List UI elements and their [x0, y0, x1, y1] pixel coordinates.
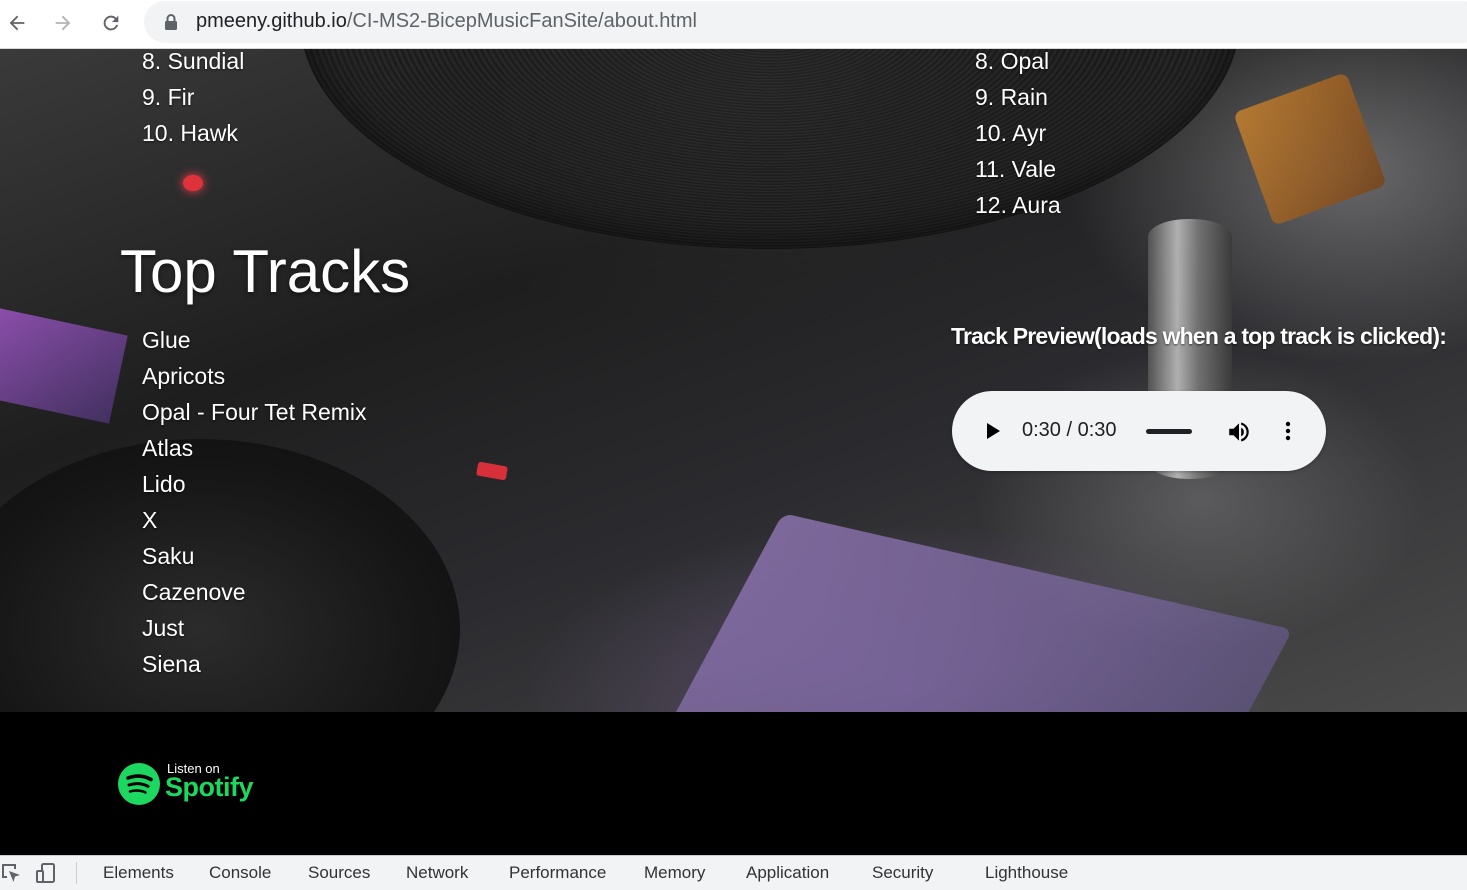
page-content: 8. Sundial 9. Fir 10. Hawk 8. Opal 9. Ra… [0, 49, 1467, 855]
top-tracks-list: Glue Apricots Opal - Four Tet Remix Atla… [142, 322, 367, 682]
url-text: pmeeny.github.io/CI-MS2-BicepMusicFanSit… [196, 10, 697, 33]
tab-application[interactable]: Application [746, 856, 829, 890]
audio-progress-bar[interactable] [1146, 429, 1192, 434]
left-display-image [0, 304, 128, 424]
reload-icon [103, 15, 119, 31]
url-path: /CI-MS2-BicepMusicFanSite/about.html [346, 10, 697, 32]
top-track-item[interactable]: Apricots [142, 358, 367, 394]
listen-on-spotify-link[interactable]: Listen on Spotify [118, 761, 258, 807]
volume-icon[interactable] [1226, 419, 1252, 445]
tab-lighthouse[interactable]: Lighthouse [985, 856, 1068, 890]
audio-player[interactable]: 0:30 / 0:30 [952, 391, 1326, 471]
tab-console[interactable]: Console [209, 856, 271, 890]
reload-button[interactable] [94, 6, 128, 40]
list-item: 12. Aura [975, 192, 1061, 218]
top-track-item[interactable]: Atlas [142, 430, 367, 466]
album-tracklist-left: 8. Sundial 9. Fir 10. Hawk [142, 49, 244, 151]
top-tracks-heading: Top Tracks [120, 238, 411, 305]
list-item: 10. Hawk [142, 120, 238, 146]
inspect-element-icon[interactable] [0, 862, 22, 884]
top-track-item[interactable]: Siena [142, 646, 367, 682]
turntable-platter-image [300, 49, 1240, 249]
audio-time: 0:30 / 0:30 [1022, 419, 1117, 441]
cdj-display-image [667, 513, 1293, 712]
lock-icon [165, 14, 177, 30]
browser-toolbar: pmeeny.github.io/CI-MS2-BicepMusicFanSit… [0, 0, 1467, 49]
forward-button[interactable] [46, 6, 80, 40]
list-item: 8. Sundial [142, 49, 245, 74]
more-vert-icon[interactable] [1276, 419, 1300, 443]
list-item: 9. Rain [975, 84, 1048, 110]
device-toolbar-icon[interactable] [36, 862, 58, 884]
track-preview-label: Track Preview(loads when a top track is … [951, 323, 1447, 349]
top-track-item[interactable]: Cazenove [142, 574, 367, 610]
footer: Listen on Spotify [0, 712, 1467, 855]
red-light-image [183, 175, 203, 191]
top-track-item[interactable]: Lido [142, 466, 367, 502]
back-arrow-icon [9, 15, 25, 31]
spotify-wordmark: Spotify [165, 772, 254, 802]
list-item: 11. Vale [975, 156, 1056, 182]
devtools-separator [76, 862, 77, 884]
top-track-item[interactable]: Just [142, 610, 367, 646]
tab-memory[interactable]: Memory [644, 856, 705, 890]
album-tracklist-right: 8. Opal 9. Rain 10. Ayr 11. Vale 12. Aur… [975, 49, 1061, 223]
list-item: 8. Opal [975, 49, 1050, 74]
devtools-tabbar: Elements Console Sources Network Perform… [0, 855, 1467, 890]
tab-network[interactable]: Network [406, 856, 468, 890]
list-item: 9. Fir [142, 84, 195, 110]
tab-security[interactable]: Security [872, 856, 933, 890]
list-item: 10. Ayr [975, 120, 1047, 146]
back-button[interactable] [0, 6, 34, 40]
url-domain: pmeeny.github.io [196, 10, 347, 32]
top-track-item[interactable]: Glue [142, 322, 367, 358]
spotify-logo-icon [118, 763, 160, 805]
forward-arrow-icon [55, 15, 71, 31]
hero-section: 8. Sundial 9. Fir 10. Hawk 8. Opal 9. Ra… [0, 49, 1467, 712]
tab-elements[interactable]: Elements [103, 856, 174, 890]
tab-performance[interactable]: Performance [509, 856, 606, 890]
tab-sources[interactable]: Sources [308, 856, 370, 890]
top-track-item[interactable]: Saku [142, 538, 367, 574]
tonearm-image [1233, 72, 1387, 226]
address-bar[interactable]: pmeeny.github.io/CI-MS2-BicepMusicFanSit… [144, 1, 1467, 43]
top-track-item[interactable]: X [142, 502, 367, 538]
top-track-item[interactable]: Opal - Four Tet Remix [142, 394, 367, 430]
red-button-image [476, 461, 508, 481]
play-icon[interactable] [980, 419, 1004, 443]
